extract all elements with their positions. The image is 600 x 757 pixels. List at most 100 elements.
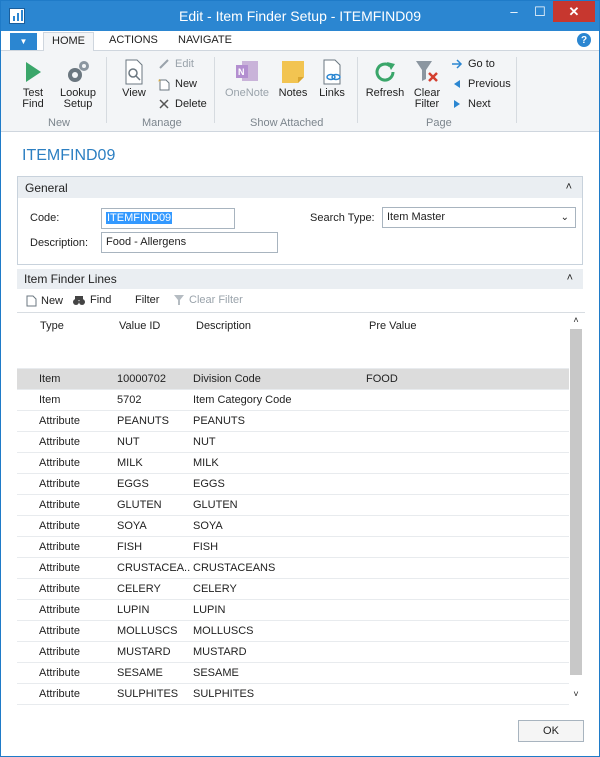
view-button[interactable]: View bbox=[116, 59, 152, 99]
table-row[interactable]: Attribute FISH FISH bbox=[17, 537, 569, 558]
lookup-setup-button[interactable]: Lookup Setup bbox=[57, 59, 99, 110]
table-row[interactable]: Item 5702 Item Category Code bbox=[17, 390, 569, 411]
table-row[interactable]: Attribute SESAME SESAME bbox=[17, 663, 569, 684]
cell-value-id: FISH bbox=[117, 541, 143, 553]
chevron-up-icon[interactable]: ˄ bbox=[566, 181, 572, 193]
description-field[interactable]: Food - Allergens bbox=[101, 232, 278, 253]
table-row[interactable]: Attribute PEANUTS PEANUTS bbox=[17, 411, 569, 432]
notes-button[interactable]: Notes bbox=[275, 59, 311, 99]
lines-filter-button[interactable]: Filter bbox=[135, 294, 159, 306]
scroll-up-icon[interactable]: ˄ bbox=[569, 313, 583, 327]
cell-description: SULPHITES bbox=[193, 688, 255, 700]
lines-rows: Item 10000702 Division Code FOOD Item 5702 Ite… bbox=[17, 348, 569, 705]
scroll-down-icon[interactable]: ˅ bbox=[569, 687, 583, 701]
title-bar: Edit - Item Finder Setup - ITEMFIND09 – … bbox=[1, 1, 599, 31]
delete-x-icon bbox=[157, 98, 171, 110]
arrow-right-icon bbox=[450, 58, 464, 70]
group-label-page: Page bbox=[426, 117, 452, 129]
table-row[interactable]: Attribute MILK MILK bbox=[17, 453, 569, 474]
app-menu-button[interactable]: ▼ bbox=[10, 33, 37, 50]
table-row[interactable]: Attribute LUPIN LUPIN bbox=[17, 600, 569, 621]
column-header-value-id[interactable]: Value ID bbox=[119, 320, 160, 332]
table-row[interactable]: Attribute MUSTARD MUSTARD bbox=[17, 642, 569, 663]
ribbon-separator bbox=[516, 57, 517, 123]
cell-type: Item bbox=[39, 394, 61, 406]
tab-home[interactable]: HOME bbox=[43, 32, 94, 52]
table-row[interactable] bbox=[17, 348, 569, 369]
search-type-select[interactable]: Item Master ⌄ bbox=[382, 207, 576, 228]
cell-value-id: PEANUTS bbox=[117, 415, 169, 427]
column-header-description[interactable]: Description bbox=[196, 320, 251, 332]
ribbon-tab-bar: ▼ HOME ACTIONS NAVIGATE ? bbox=[1, 31, 599, 52]
cell-pre-value: FOOD bbox=[366, 373, 398, 385]
triangle-right-icon bbox=[450, 98, 464, 110]
minimize-button[interactable]: – bbox=[501, 1, 527, 22]
close-button[interactable]: ✕ bbox=[553, 1, 595, 22]
table-row[interactable]: Attribute CELERY CELERY bbox=[17, 579, 569, 600]
go-to-button[interactable]: Go to bbox=[450, 58, 495, 70]
table-row[interactable]: Attribute GLUTEN GLUTEN bbox=[17, 495, 569, 516]
cell-description: GLUTEN bbox=[193, 499, 238, 511]
cell-description: MILK bbox=[193, 457, 219, 469]
edit-button[interactable]: Edit bbox=[157, 58, 194, 70]
lines-header[interactable]: Item Finder Lines ˄ bbox=[17, 269, 583, 289]
table-row[interactable]: Item 10000702 Division Code FOOD bbox=[17, 369, 569, 390]
onenote-button[interactable]: N OneNote bbox=[223, 59, 271, 99]
cell-description: EGGS bbox=[193, 478, 225, 490]
lines-new-button[interactable]: New bbox=[25, 294, 63, 307]
ok-button[interactable]: OK bbox=[518, 720, 584, 742]
tab-actions[interactable]: ACTIONS bbox=[109, 34, 158, 46]
new-button[interactable]: * New bbox=[157, 78, 197, 90]
cell-type: Attribute bbox=[39, 583, 80, 595]
page-title: ITEMFIND09 bbox=[22, 147, 116, 164]
links-button[interactable]: Links bbox=[315, 59, 349, 99]
description-label: Description: bbox=[30, 237, 89, 249]
table-row[interactable]: Attribute SULPHITES SULPHITES bbox=[17, 684, 569, 705]
table-row[interactable]: Attribute MOLLUSCS MOLLUSCS bbox=[17, 621, 569, 642]
general-header[interactable]: General ˄ bbox=[18, 177, 582, 198]
clear-filter-button[interactable]: Clear Filter bbox=[409, 59, 445, 110]
vertical-scrollbar[interactable]: ˄ ˅ bbox=[569, 313, 583, 701]
cell-type: Attribute bbox=[39, 436, 80, 448]
refresh-button[interactable]: Refresh bbox=[365, 59, 405, 99]
cell-type: Attribute bbox=[39, 415, 80, 427]
delete-button[interactable]: Delete bbox=[157, 98, 207, 110]
test-find-button[interactable]: Test Find bbox=[15, 59, 51, 110]
cell-value-id: SULPHITES bbox=[117, 688, 179, 700]
cell-description: MOLLUSCS bbox=[193, 625, 254, 637]
cell-description: Item Category Code bbox=[193, 394, 292, 406]
maximize-button[interactable]: ☐ bbox=[527, 1, 553, 22]
lines-clear-filter-button[interactable]: Clear Filter bbox=[173, 294, 243, 306]
previous-button[interactable]: Previous bbox=[450, 78, 511, 90]
cell-type: Attribute bbox=[39, 541, 80, 553]
lines-find-button[interactable]: Find bbox=[72, 294, 111, 306]
cell-value-id: SESAME bbox=[117, 667, 163, 679]
cell-value-id: LUPIN bbox=[117, 604, 150, 616]
ribbon: Test Find Lookup Setup New View Edit * N… bbox=[1, 51, 599, 132]
svg-text:*: * bbox=[158, 79, 161, 86]
tab-navigate[interactable]: NAVIGATE bbox=[178, 34, 232, 46]
group-label-new: New bbox=[48, 117, 71, 129]
window-title: Edit - Item Finder Setup - ITEMFIND09 bbox=[179, 8, 421, 24]
code-label: Code: bbox=[30, 212, 60, 224]
help-icon[interactable]: ? bbox=[577, 33, 591, 47]
table-row[interactable]: Attribute CRUSTACEA... CRUSTACEANS bbox=[17, 558, 569, 579]
column-header-pre-value[interactable]: Pre Value bbox=[369, 320, 417, 332]
next-button[interactable]: Next bbox=[450, 98, 491, 110]
table-row[interactable]: Attribute SOYA SOYA bbox=[17, 516, 569, 537]
cell-type: Attribute bbox=[39, 562, 80, 574]
table-row[interactable]: Attribute NUT NUT bbox=[17, 432, 569, 453]
chevron-up-icon[interactable]: ˄ bbox=[567, 272, 573, 284]
ribbon-separator bbox=[357, 57, 358, 123]
code-field[interactable]: ITEMFIND09 bbox=[101, 208, 235, 229]
gears-icon bbox=[65, 59, 91, 85]
cell-type: Attribute bbox=[39, 604, 80, 616]
ribbon-separator bbox=[106, 57, 107, 123]
cell-value-id: 5702 bbox=[117, 394, 142, 406]
table-row[interactable]: Attribute EGGS EGGS bbox=[17, 474, 569, 495]
scroll-thumb[interactable] bbox=[570, 329, 582, 675]
column-header-type[interactable]: Type bbox=[40, 320, 64, 332]
cell-value-id: MOLLUSCS bbox=[117, 625, 178, 637]
cell-description: SESAME bbox=[193, 667, 239, 679]
dialog-window: Edit - Item Finder Setup - ITEMFIND09 – … bbox=[0, 0, 600, 757]
